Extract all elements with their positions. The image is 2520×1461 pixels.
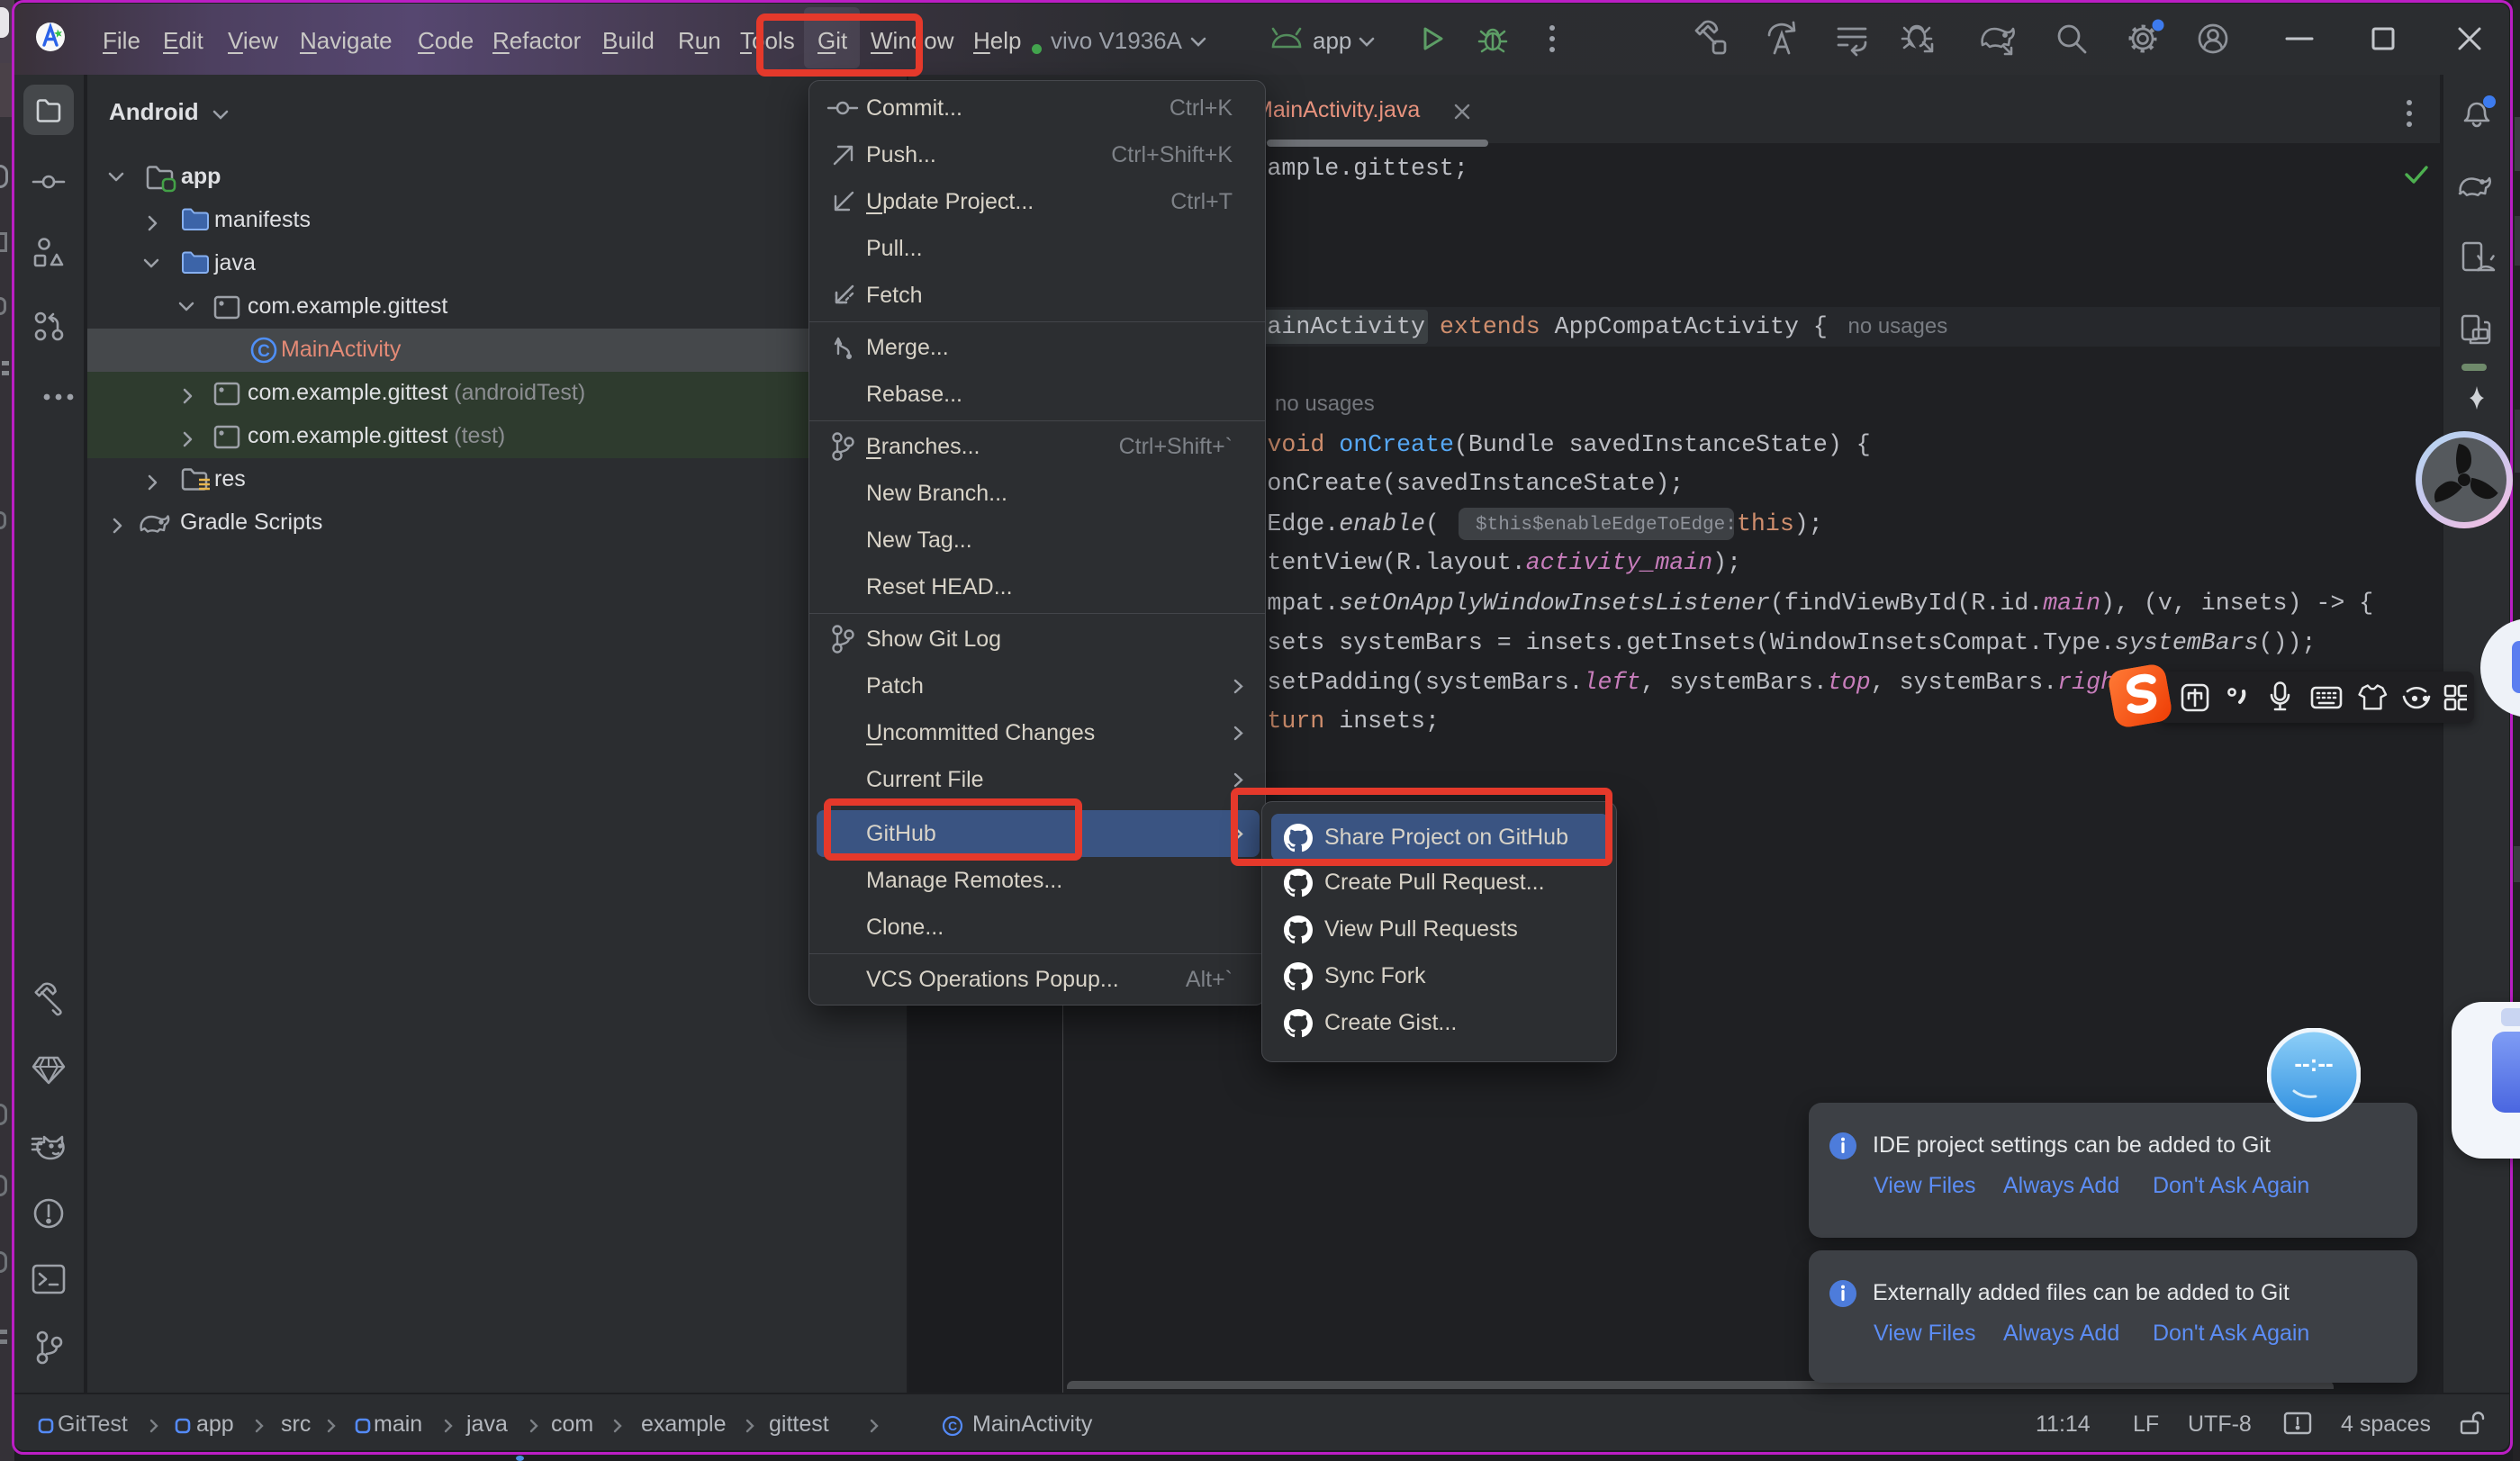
svg-text:C: C [257,342,270,361]
svg-text:C: C [948,1419,957,1433]
svg-text:--:--: --:-- [2294,1050,2333,1077]
